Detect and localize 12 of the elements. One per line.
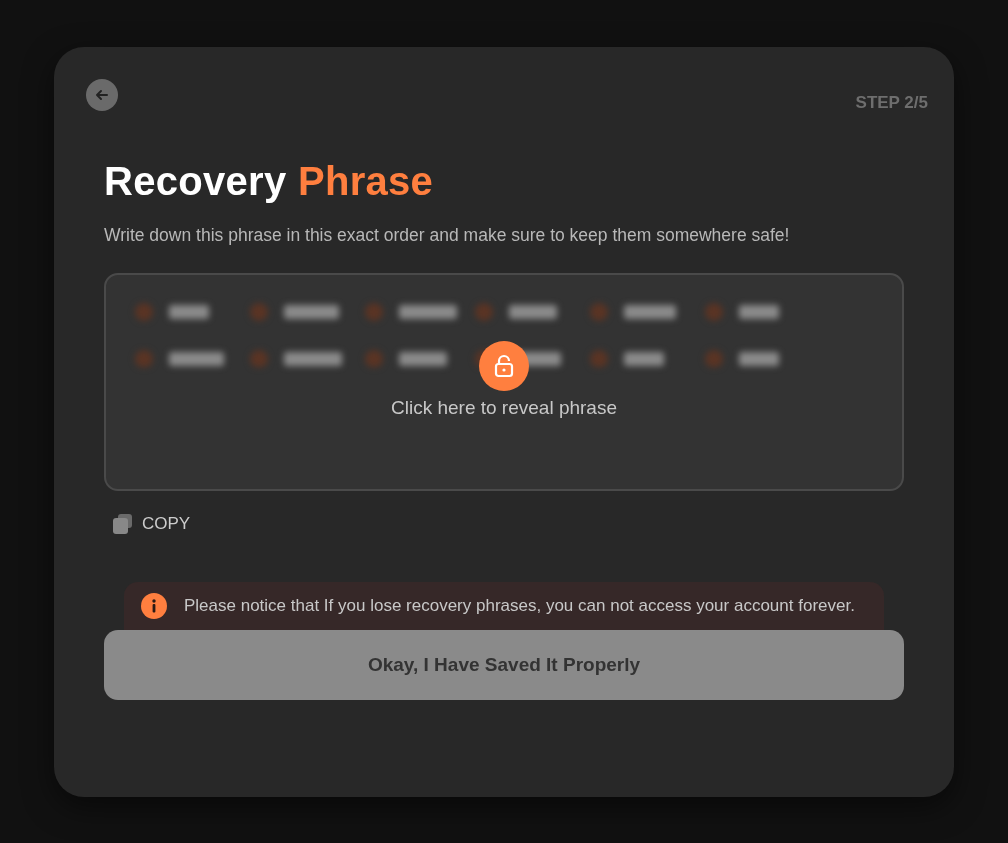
step-indicator: STEP 2/5 <box>855 93 928 113</box>
reveal-hint: Click here to reveal phrase <box>391 397 617 419</box>
warning-text: Please notice that If you lose recovery phrases, you can not access your account forever. <box>184 595 855 617</box>
unlock-icon <box>479 341 529 391</box>
page-title: Recovery Phrase <box>104 159 435 204</box>
back-arrow-icon <box>95 88 109 102</box>
phrase-box[interactable]: Click here to reveal phrase <box>104 273 904 491</box>
copy-button[interactable]: COPY <box>112 513 191 535</box>
description: Write down this phrase in this exact order and make sure to keep them somewhere safe! <box>104 224 791 247</box>
back-button[interactable] <box>86 79 118 111</box>
info-icon <box>141 593 167 619</box>
copy-icon <box>112 513 134 535</box>
